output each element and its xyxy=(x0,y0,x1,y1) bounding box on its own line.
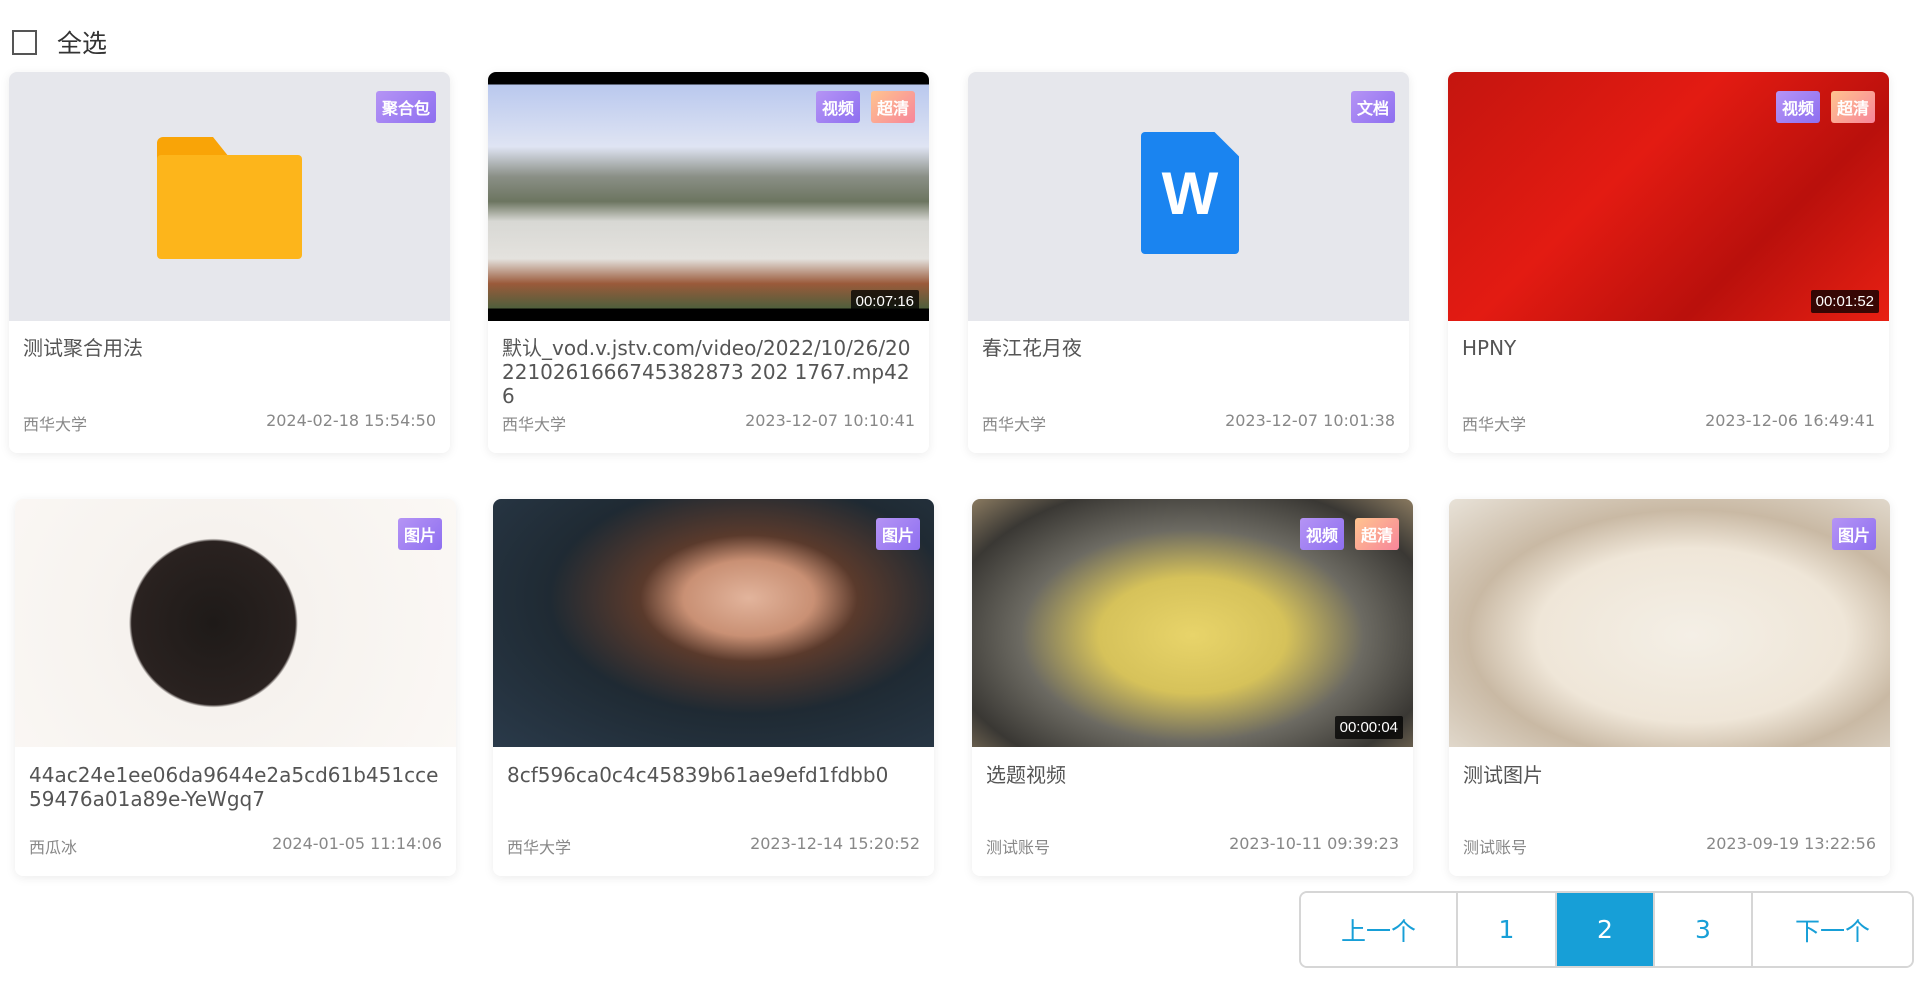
resource-card[interactable]: 视频 超清 00:07:16 默认_vod.v.jstv.com/video/2022… xyxy=(488,72,929,453)
timestamp: 2023-12-07 10:10:41 xyxy=(745,411,915,430)
timestamp: 2023-12-06 16:49:41 xyxy=(1705,411,1875,430)
next-page-button[interactable]: 下一个 xyxy=(1753,893,1912,966)
timestamp: 2023-09-19 13:22:56 xyxy=(1706,834,1876,853)
owner: 西瓜冰 xyxy=(29,838,78,857)
thumbnail[interactable]: 视频 超清 00:00:04 xyxy=(972,499,1413,747)
thumbnail[interactable]: W 文档 xyxy=(968,72,1409,321)
word-document-icon: W xyxy=(1141,132,1239,254)
resource-card[interactable]: 图片测试图片测试账号 2023-09-19 13:22:56 xyxy=(1449,499,1890,876)
owner: 西华大学 xyxy=(1462,415,1527,434)
card-title: 8cf596ca0c4c45839b61ae9efd1fdbb0 xyxy=(507,763,889,787)
type-badge: 文档 xyxy=(1350,91,1395,123)
page-2-button[interactable]: 2 xyxy=(1557,893,1655,966)
resource-card[interactable]: 视频 超清 00:01:52 HPNY 西华大学 2023-12-06 16:49:41 xyxy=(1448,72,1889,453)
card-title: 春江花月夜 xyxy=(982,336,1082,360)
resource-card[interactable]: 图片 8cf596ca0c4c45839b61ae9efd1fdbb0 西华大学 20… xyxy=(493,499,934,876)
page-1-button[interactable]: 1 xyxy=(1458,893,1557,966)
owner: 西华大学 xyxy=(507,838,572,857)
owner: 测试账号 xyxy=(986,838,1051,857)
page-3-button[interactable]: 3 xyxy=(1655,893,1753,966)
type-badge: 超清 xyxy=(1354,518,1399,550)
owner: 西华大学 xyxy=(502,415,567,434)
type-badge: 视频 xyxy=(815,91,860,123)
thumbnail[interactable]: 图片 xyxy=(1449,499,1890,747)
card-title: HPNY xyxy=(1462,336,1517,360)
duration-label: 00:07:16 xyxy=(850,290,919,313)
folder-icon xyxy=(157,137,302,259)
prev-page-button[interactable]: 上一个 xyxy=(1301,893,1458,966)
card-title: 默认_vod.v.jstv.com/video/2022/10/26/20221… xyxy=(502,336,911,408)
card-title: 测试聚合用法 xyxy=(23,336,143,360)
type-badge: 图片 xyxy=(875,518,920,550)
timestamp: 2023-12-07 10:01:38 xyxy=(1225,411,1395,430)
card-title: 44ac24e1ee06da9644e2a5cd61b451cce59476a0… xyxy=(29,763,439,811)
card-title: 选题视频 xyxy=(986,763,1066,787)
type-badge: 超清 xyxy=(1830,91,1875,123)
card-title: 测试图片 xyxy=(1463,763,1543,787)
thumbnail[interactable]: 图片 xyxy=(493,499,934,747)
duration-label: 00:01:52 xyxy=(1810,290,1879,313)
resource-card[interactable]: 图片 44ac24e1ee06da9644e2a5cd61b451cce59476… xyxy=(15,499,456,876)
owner: 西华大学 xyxy=(23,415,88,434)
type-badge: 超清 xyxy=(870,91,915,123)
select-all-label: 全选 xyxy=(57,29,108,58)
resource-card[interactable]: W 文档春江花月夜西华大学 2023-12-07 10:01:38 xyxy=(968,72,1409,453)
thumbnail[interactable]: 视频 超清 00:07:16 xyxy=(488,72,929,321)
type-badge: 视频 xyxy=(1299,518,1344,550)
type-badge: 图片 xyxy=(1831,518,1876,550)
thumbnail[interactable]: 聚合包 xyxy=(9,72,450,321)
select-all-checkbox[interactable] xyxy=(12,29,37,55)
resource-card[interactable]: 视频 超清 00:00:04 选题视频测试账号 2023-10-11 09:39:23 xyxy=(972,499,1413,876)
timestamp: 2024-01-05 11:14:06 xyxy=(272,834,442,853)
select-all[interactable]: 全选 xyxy=(12,24,107,60)
owner: 西华大学 xyxy=(982,415,1047,434)
owner: 测试账号 xyxy=(1463,838,1528,857)
type-badge: 视频 xyxy=(1775,91,1820,123)
type-badge: 图片 xyxy=(397,518,442,550)
timestamp: 2024-02-18 15:54:50 xyxy=(266,411,436,430)
timestamp: 2023-10-11 09:39:23 xyxy=(1229,834,1399,853)
duration-label: 00:00:04 xyxy=(1334,716,1403,739)
timestamp: 2023-12-14 15:20:52 xyxy=(750,834,920,853)
thumbnail[interactable]: 图片 xyxy=(15,499,456,747)
resource-card[interactable]: 聚合包测试聚合用法西华大学 2024-02-18 15:54:50 xyxy=(9,72,450,453)
pagination: 上一个 1 2 3 下一个 xyxy=(1299,891,1914,968)
thumbnail[interactable]: 视频 超清 00:01:52 xyxy=(1448,72,1889,321)
type-badge: 聚合包 xyxy=(375,91,436,123)
